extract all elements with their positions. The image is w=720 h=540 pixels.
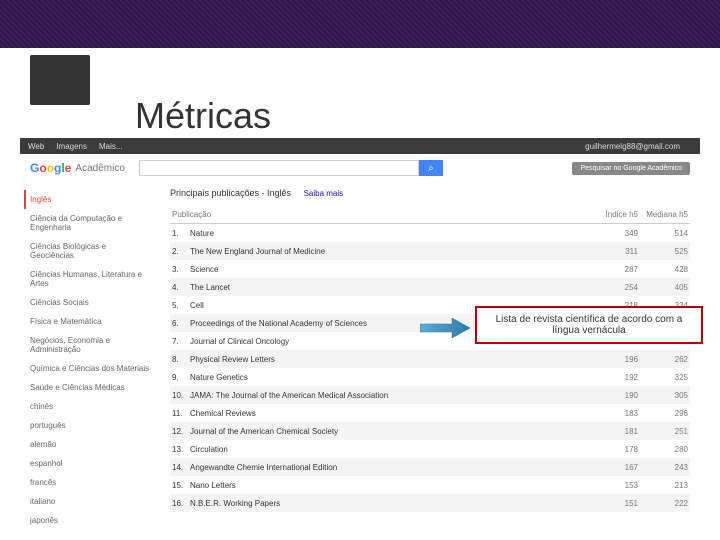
- google-logo: Google: [30, 161, 71, 175]
- sidebar-lang[interactable]: espanhol: [30, 454, 150, 473]
- table-row[interactable]: 9.Nature Genetics192325: [170, 368, 690, 386]
- main-heading: Principais publicações - Inglês: [170, 188, 291, 198]
- sidebar-lang[interactable]: italiano: [30, 492, 150, 511]
- table-row[interactable]: 15.Nano Letters153213: [170, 476, 690, 494]
- table-row[interactable]: 13.Circulation178280: [170, 440, 690, 458]
- sidebar-active-lang[interactable]: Inglês: [24, 190, 150, 209]
- sidebar-lang[interactable]: francês: [30, 473, 150, 492]
- col-pub: Publicação: [170, 206, 590, 224]
- google-top-nav: Web Imagens Mais... guilhermelg88@gmail.…: [20, 138, 700, 154]
- slide-header-bar: [0, 0, 720, 48]
- table-row[interactable]: 11.Chemical Reviews183296: [170, 404, 690, 422]
- table-row[interactable]: 2.The New England Journal of Medicine311…: [170, 242, 690, 260]
- search-icon: ⌕: [428, 163, 434, 174]
- sidebar-cat[interactable]: Ciência da Computação e Engenharia: [30, 209, 150, 237]
- search-scholar-button[interactable]: Pesquisar no Google Acadêmico: [572, 162, 690, 175]
- col-h5: Índice h5: [590, 206, 640, 224]
- search-input[interactable]: [139, 160, 419, 176]
- table-row[interactable]: 1.Nature349514: [170, 224, 690, 243]
- search-button[interactable]: ⌕: [419, 160, 443, 176]
- sidebar-cat[interactable]: Saúde e Ciências Médicas: [30, 378, 150, 397]
- col-med: Mediana h5: [640, 206, 690, 224]
- sidebar-cat[interactable]: Química e Ciências dos Materiais: [30, 359, 150, 378]
- sidebar-lang[interactable]: alemão: [30, 435, 150, 454]
- sidebar-cat[interactable]: Negócios, Economia e Administração: [30, 331, 150, 359]
- sidebar-lang[interactable]: japonês: [30, 511, 150, 530]
- nav-link-imagens[interactable]: Imagens: [56, 142, 87, 151]
- table-row[interactable]: 8.Physical Review Letters196262: [170, 350, 690, 368]
- sidebar-cat[interactable]: Física e Matemática: [30, 312, 150, 331]
- sidebar: Inglês Ciência da Computação e Engenhari…: [20, 182, 160, 538]
- user-email[interactable]: guilhermelg88@gmail.com: [585, 142, 680, 151]
- sidebar-cat[interactable]: Ciências Sociais: [30, 293, 150, 312]
- saiba-mais-link[interactable]: Saiba mais: [304, 189, 344, 198]
- table-row[interactable]: 3.Science287428: [170, 260, 690, 278]
- sidebar-cat[interactable]: Ciências Humanas, Literatura e Artes: [30, 265, 150, 293]
- table-row[interactable]: 14.Angewandte Chemie International Editi…: [170, 458, 690, 476]
- product-name: Acadêmico: [75, 163, 124, 174]
- callout-arrow-icon: [420, 318, 470, 343]
- nav-link-mais[interactable]: Mais...: [99, 142, 123, 151]
- sidebar-lang[interactable]: chinês: [30, 397, 150, 416]
- main-panel: Principais publicações - Inglês Saiba ma…: [160, 182, 700, 538]
- table-row[interactable]: 16.N.B.E.R. Working Papers151222: [170, 494, 690, 512]
- nav-link-web[interactable]: Web: [28, 142, 44, 151]
- sidebar-cat[interactable]: Ciências Biológicas e Geociências: [30, 237, 150, 265]
- sidebar-lang[interactable]: português: [30, 416, 150, 435]
- callout-text: Lista de revista científica de acordo co…: [496, 314, 683, 336]
- scholar-header: Google Acadêmico ⌕ Pesquisar no Google A…: [20, 154, 700, 182]
- scholar-content: Inglês Ciência da Computação e Engenhari…: [20, 182, 700, 538]
- table-row[interactable]: 4.The Lancet254405: [170, 278, 690, 296]
- slide-title: Métricas: [135, 95, 271, 137]
- presentation-logo: [30, 55, 90, 105]
- callout-box: Lista de revista científica de acordo co…: [475, 306, 703, 344]
- table-row[interactable]: 12.Journal of the American Chemical Soci…: [170, 422, 690, 440]
- table-row[interactable]: 10.JAMA: The Journal of the American Med…: [170, 386, 690, 404]
- publications-table: Publicação Índice h5 Mediana h5 1.Nature…: [170, 206, 690, 512]
- main-title: Principais publicações - Inglês Saiba ma…: [170, 188, 690, 198]
